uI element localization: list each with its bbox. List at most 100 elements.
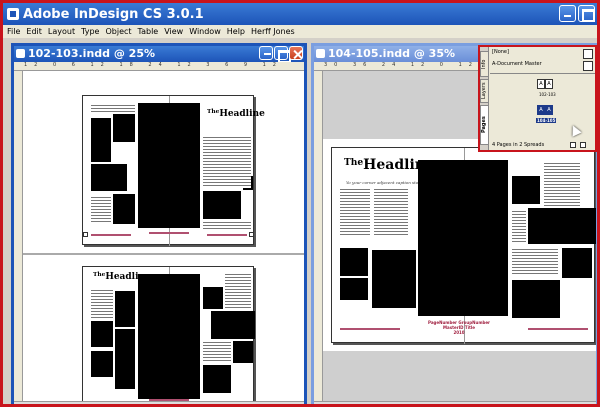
horizontal-ruler[interactable]: 12 0 6 12 18 24 12 3 6 9 12: [14, 62, 304, 71]
minimize-button[interactable]: [559, 5, 576, 22]
delete-page-icon[interactable]: [580, 142, 586, 148]
page-number-marker: [83, 232, 88, 237]
document-icon: [16, 49, 25, 58]
footer-line: 2010: [453, 330, 465, 335]
page-thumbnail-104[interactable]: A: [537, 105, 545, 115]
document-window-controls: [259, 46, 303, 63]
photo-block[interactable]: [528, 208, 596, 244]
menu-help[interactable]: Help: [227, 27, 245, 36]
photo-block[interactable]: [340, 248, 368, 276]
panel-tabs: Pages Layers Info: [480, 47, 489, 150]
app-window: Adobe InDesign CS 3.0.1 File Edit Layout…: [0, 0, 600, 407]
body-copy[interactable]: [225, 273, 251, 309]
headline-the: The: [344, 157, 364, 168]
maximize-button[interactable]: [578, 5, 595, 22]
menu-window[interactable]: Window: [189, 27, 221, 36]
horizontal-scrollbar[interactable]: [314, 401, 596, 404]
body-copy[interactable]: [374, 188, 408, 236]
body-copy[interactable]: [91, 289, 113, 319]
photo-block[interactable]: [91, 321, 113, 347]
body-copy[interactable]: [340, 188, 370, 236]
page-thumbnail-102[interactable]: A: [537, 79, 545, 89]
page-thumbnail-105[interactable]: A: [545, 105, 553, 115]
menu-type[interactable]: Type: [81, 27, 99, 36]
folio-bar: [340, 328, 400, 330]
spread-headline[interactable]: TheHeadline: [207, 109, 265, 119]
photo-block[interactable]: [115, 291, 135, 327]
photo-block[interactable]: [512, 280, 560, 318]
page-footer[interactable]: PageNumber GroupNumber MasterID Title 20…: [428, 320, 490, 335]
horizontal-scrollbar[interactable]: [14, 401, 304, 404]
body-copy[interactable]: [203, 136, 251, 188]
pages-status: 4 Pages in 2 Spreads: [492, 142, 545, 148]
body-copy[interactable]: [203, 221, 251, 229]
document-title: 102-103.indd @ 25%: [28, 47, 156, 60]
body-copy[interactable]: [512, 210, 526, 244]
photo-block[interactable]: [418, 160, 508, 316]
photo-block[interactable]: [203, 191, 241, 219]
spread-separator: [23, 253, 304, 255]
body-copy[interactable]: [544, 162, 580, 206]
menu-layout[interactable]: Layout: [48, 27, 75, 36]
menu-edit[interactable]: Edit: [26, 27, 42, 36]
pages-panel[interactable]: Pages Layers Info [None] A-Document Mast…: [478, 45, 597, 152]
none-master-label: [None]: [492, 49, 509, 55]
mouse-cursor-icon: [568, 123, 582, 137]
vertical-ruler[interactable]: [314, 71, 323, 404]
photo-block[interactable]: [115, 329, 135, 389]
spread-104-105[interactable]: TheHeadline: [82, 266, 255, 404]
folio-bar: [91, 234, 131, 236]
master-thumbnail[interactable]: [583, 61, 593, 71]
body-copy[interactable]: [203, 341, 231, 363]
headline-deck[interactable]: Yo your corner adjacent caption story: [346, 180, 422, 185]
document-master-row[interactable]: A-Document Master: [492, 61, 542, 67]
body-copy[interactable]: [512, 248, 558, 276]
photo-block[interactable]: [91, 164, 127, 191]
menu-table[interactable]: Table: [138, 27, 159, 36]
tab-pages[interactable]: Pages: [480, 105, 489, 145]
app-title: Adobe InDesign CS 3.0.1: [23, 6, 204, 22]
photo-block[interactable]: [203, 287, 223, 309]
document-title-bar[interactable]: 102-103.indd @ 25%: [14, 46, 304, 63]
photo-block[interactable]: [372, 250, 416, 308]
menu-view[interactable]: View: [164, 27, 183, 36]
photo-block[interactable]: [340, 278, 368, 300]
none-master-row[interactable]: [None]: [492, 49, 509, 55]
photo-block[interactable]: [91, 118, 111, 162]
menu-file[interactable]: File: [7, 27, 20, 36]
pasteboard-gray: [323, 351, 596, 401]
page-thumbnail-103[interactable]: A: [545, 79, 553, 89]
none-master-thumbnail[interactable]: [583, 49, 593, 59]
spread-104-105-large[interactable]: TheHeadline Yo your corner adjacent capt…: [331, 147, 596, 344]
indesign-app-icon: [7, 8, 19, 20]
photo-block[interactable]: [113, 114, 135, 142]
document-window-102-103[interactable]: 102-103.indd @ 25% 12 0 6 12 18 24 12 3 …: [11, 43, 307, 404]
pasteboard[interactable]: TheHeadline TheHeadline: [23, 71, 304, 404]
photo-block[interactable]: [113, 194, 135, 224]
tab-info[interactable]: Info: [480, 51, 489, 77]
doc-close-button[interactable]: [289, 46, 303, 60]
photo-block[interactable]: [562, 248, 592, 278]
photo-block[interactable]: [211, 311, 255, 339]
page-number-marker: [249, 232, 254, 237]
spread-102-103[interactable]: TheHeadline: [82, 95, 265, 246]
doc-maximize-button[interactable]: [274, 46, 291, 63]
photo-block[interactable]: [91, 351, 113, 377]
menu-herff-jones[interactable]: Herff Jones: [251, 27, 295, 36]
body-copy[interactable]: [91, 196, 111, 224]
photo-block[interactable]: [138, 274, 200, 399]
photo-block[interactable]: [233, 341, 253, 363]
menu-object[interactable]: Object: [105, 27, 131, 36]
body-copy[interactable]: [91, 104, 135, 114]
photo-block[interactable]: [138, 103, 200, 228]
spread-label-104-105[interactable]: 104-105: [536, 118, 557, 123]
spread-label-102-103[interactable]: 102-103: [539, 92, 556, 97]
headline-the: The: [93, 272, 106, 278]
doc-minimize-button[interactable]: [259, 46, 273, 60]
photo-block[interactable]: [512, 176, 540, 204]
photo-block[interactable]: [203, 365, 231, 393]
tab-layers[interactable]: Layers: [480, 79, 489, 103]
folio-bar: [149, 232, 189, 234]
vertical-ruler[interactable]: [14, 71, 23, 404]
new-page-icon[interactable]: [570, 142, 576, 148]
